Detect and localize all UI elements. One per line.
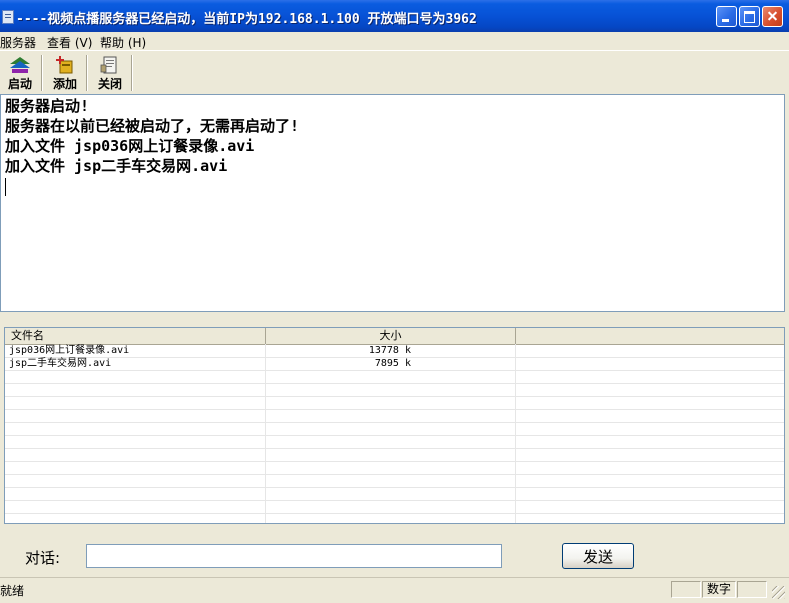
start-button[interactable]: 启动 bbox=[0, 53, 40, 93]
empty-row bbox=[5, 436, 784, 449]
menu-help[interactable]: 帮助 (H) bbox=[100, 34, 146, 51]
add-label: 添加 bbox=[52, 77, 77, 91]
text-caret bbox=[5, 178, 6, 196]
close-doc-icon bbox=[100, 56, 117, 74]
file-size-cell: 13778 k bbox=[368, 345, 411, 356]
file-list-header: 文件名 大小 bbox=[5, 328, 784, 345]
maximize-icon bbox=[744, 11, 755, 23]
status-pane bbox=[671, 581, 701, 598]
file-size-cell: 7895 k bbox=[374, 358, 411, 369]
empty-row bbox=[5, 384, 784, 397]
menu-server[interactable]: 服务器 bbox=[0, 34, 36, 51]
empty-row bbox=[5, 397, 784, 410]
pane-splitter[interactable] bbox=[0, 312, 789, 327]
send-button[interactable]: 发送 bbox=[562, 543, 634, 569]
close-icon bbox=[763, 7, 782, 26]
log-line: 服务器在以前已经被启动了，无需再启动了! bbox=[5, 117, 300, 135]
start-label: 启动 bbox=[7, 77, 32, 91]
log-line: 服务器启动! bbox=[5, 97, 90, 115]
empty-row bbox=[5, 475, 784, 488]
empty-row bbox=[5, 410, 784, 423]
minimize-button[interactable] bbox=[716, 6, 737, 27]
menu-bar: 服务器 查看 (V) 帮助 (H) bbox=[0, 32, 789, 50]
toolbar: 启动 添加 关闭 bbox=[0, 50, 789, 95]
toolbar-separator bbox=[41, 55, 43, 91]
close-file-label: 关闭 bbox=[97, 77, 122, 91]
add-icon bbox=[56, 56, 73, 74]
chat-label: 对话: bbox=[25, 549, 61, 567]
empty-row bbox=[5, 371, 784, 384]
file-name-cell: jsp二手车交易网.avi bbox=[9, 358, 112, 369]
column-header-empty[interactable] bbox=[516, 328, 784, 344]
table-row[interactable]: jsp036网上订餐录像.avi 13778 k bbox=[5, 345, 784, 358]
start-icon bbox=[10, 57, 30, 73]
file-list[interactable]: 文件名 大小 jsp036网上订餐录像.avi 13778 k jsp二手车交易… bbox=[4, 327, 785, 524]
resize-grip-icon[interactable] bbox=[772, 586, 785, 599]
log-line: 加入文件 jsp二手车交易网.avi bbox=[5, 157, 228, 175]
minimize-icon bbox=[722, 19, 729, 22]
status-pane bbox=[737, 581, 767, 598]
column-header-size[interactable]: 大小 bbox=[266, 328, 516, 344]
log-line: 加入文件 jsp036网上订餐录像.avi bbox=[5, 137, 255, 155]
log-textarea[interactable]: 服务器启动! 服务器在以前已经被启动了，无需再启动了! 加入文件 jsp036网… bbox=[0, 94, 785, 312]
close-file-button[interactable]: 关闭 bbox=[90, 53, 130, 93]
status-text: 就绪 bbox=[0, 584, 25, 598]
column-header-name[interactable]: 文件名 bbox=[5, 328, 266, 344]
column-gridline bbox=[515, 344, 516, 523]
status-numlock: 数字 bbox=[702, 581, 736, 598]
menu-view[interactable]: 查看 (V) bbox=[47, 34, 92, 51]
title-bar[interactable]: ----视频点播服务器已经启动，当前IP为192.168.1.100 开放端口号… bbox=[0, 0, 789, 32]
column-gridline bbox=[265, 344, 266, 523]
window-title: ----视频点播服务器已经启动，当前IP为192.168.1.100 开放端口号… bbox=[16, 12, 477, 27]
empty-row bbox=[5, 462, 784, 475]
close-button[interactable] bbox=[762, 6, 783, 27]
chat-input[interactable] bbox=[86, 544, 502, 568]
app-icon[interactable] bbox=[2, 10, 14, 24]
status-bar: 就绪 数字 bbox=[0, 577, 789, 603]
file-name-cell: jsp036网上订餐录像.avi bbox=[9, 345, 130, 356]
empty-row bbox=[5, 488, 784, 501]
empty-row bbox=[5, 449, 784, 462]
app-window: ----视频点播服务器已经启动，当前IP为192.168.1.100 开放端口号… bbox=[0, 0, 789, 603]
add-button[interactable]: 添加 bbox=[45, 53, 85, 93]
table-row[interactable]: jsp二手车交易网.avi 7895 k bbox=[5, 358, 784, 371]
empty-row bbox=[5, 501, 784, 514]
empty-row bbox=[5, 423, 784, 436]
maximize-button[interactable] bbox=[739, 6, 760, 27]
toolbar-separator bbox=[86, 55, 88, 91]
toolbar-separator bbox=[131, 55, 133, 91]
